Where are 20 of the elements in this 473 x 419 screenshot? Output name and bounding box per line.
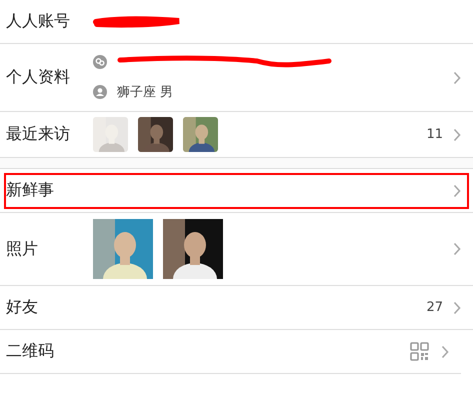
count: 11 bbox=[426, 127, 443, 142]
count: 27 bbox=[426, 300, 443, 315]
chevron-icon[interactable] bbox=[453, 300, 461, 314]
chevron-icon[interactable] bbox=[453, 242, 461, 256]
chevron-icon[interactable] bbox=[441, 344, 449, 358]
row-label: 照片 bbox=[6, 238, 39, 260]
row-label: 新鲜事 bbox=[6, 180, 55, 201]
profile-detail: 狮子座 男 bbox=[117, 84, 174, 100]
badge-icon bbox=[93, 54, 107, 68]
row-label: 个人资料 bbox=[6, 67, 71, 88]
row-label: 最近来访 bbox=[6, 124, 71, 145]
row-label: 好友 bbox=[6, 297, 39, 318]
row-label: 二维码 bbox=[6, 341, 55, 362]
chevron-icon[interactable] bbox=[453, 70, 461, 84]
chevron-icon[interactable] bbox=[453, 128, 461, 142]
chevron-icon[interactable] bbox=[453, 184, 461, 198]
row-label: 人人账号 bbox=[6, 11, 71, 32]
qr-code-icon[interactable] bbox=[410, 342, 429, 361]
person-icon bbox=[93, 84, 107, 98]
highlighted-row[interactable]: 新鲜事 bbox=[0, 169, 473, 213]
